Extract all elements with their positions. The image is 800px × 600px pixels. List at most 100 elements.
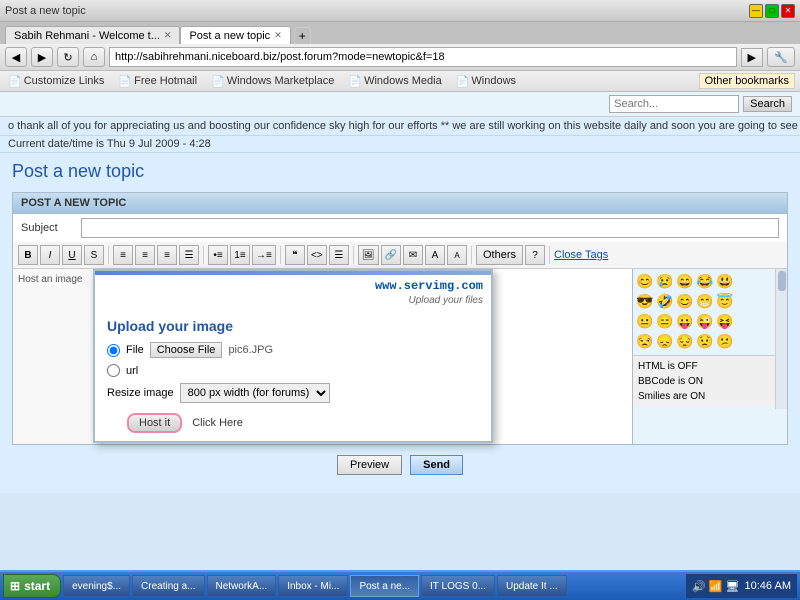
list-bullet-btn[interactable]: •≡	[208, 245, 228, 265]
other-bookmarks-label: Other bookmarks	[705, 75, 789, 87]
quote-btn[interactable]: ❝	[285, 245, 305, 265]
fav-hotmail[interactable]: 📄 Free Hotmail	[115, 74, 200, 89]
fav-windows[interactable]: 📄 Windows	[453, 74, 519, 89]
minimize-btn[interactable]: —	[749, 4, 763, 18]
start-btn[interactable]: ⊞ start	[3, 574, 61, 598]
subject-input[interactable]	[81, 218, 779, 238]
start-label: start	[24, 579, 50, 593]
send-btn[interactable]: Send	[410, 455, 463, 475]
fav-hotmail-label: Free Hotmail	[134, 75, 197, 87]
tab-2[interactable]: Post a new topic ✕	[180, 26, 290, 44]
other-bookmarks[interactable]: Other bookmarks	[699, 73, 795, 89]
img-btn[interactable]: 🖼	[358, 245, 379, 265]
taskbar-item-2[interactable]: Creating a...	[132, 575, 204, 597]
file-label[interactable]: File	[126, 344, 144, 356]
smiley-12[interactable]: 😑	[656, 312, 674, 330]
datetime-text: Current date/time is Thu 9 Jul 2009 - 4:…	[8, 138, 211, 150]
fav-marketplace[interactable]: 📄 Windows Marketplace	[208, 74, 337, 89]
align-right-btn[interactable]: ≡	[157, 245, 177, 265]
editor-container: Host an image www.servimg.com Upload you…	[13, 269, 787, 444]
maximize-btn[interactable]: □	[765, 4, 779, 18]
smiley-7[interactable]: 🤣	[656, 292, 674, 310]
smiley-1[interactable]: 😊	[636, 272, 654, 290]
tab-1[interactable]: Sabih Rehmani - Welcome t... ✕	[5, 26, 180, 44]
tab-1-close[interactable]: ✕	[164, 30, 172, 41]
url-radio[interactable]	[107, 364, 120, 377]
align-center-btn[interactable]: ≡	[135, 245, 155, 265]
forward-btn[interactable]: ▶	[31, 47, 53, 67]
smiley-8[interactable]: 😊	[676, 292, 694, 310]
taskbar-item-7[interactable]: Update It ...	[497, 575, 567, 597]
reload-btn[interactable]: ↻	[57, 47, 79, 67]
color-btn[interactable]: A	[425, 245, 445, 265]
html-status: HTML is OFF	[638, 359, 782, 374]
smiley-3[interactable]: 😄	[676, 272, 694, 290]
go-btn[interactable]: ▶	[741, 48, 763, 67]
smiley-19[interactable]: 😟	[696, 332, 714, 350]
page-search-bar: Search	[0, 92, 800, 117]
back-btn[interactable]: ◀	[5, 47, 27, 67]
page-search-btn[interactable]: Search	[743, 96, 792, 112]
resize-select[interactable]: 800 px width (for forums) 640 px width 4…	[180, 383, 330, 403]
code-btn[interactable]: <>	[307, 245, 327, 265]
fav-media[interactable]: 📄 Windows Media	[345, 74, 444, 89]
smilies-row-4: 😒 😞 😔 😟 😕	[636, 332, 784, 350]
size-btn[interactable]: A	[447, 245, 467, 265]
choose-file-btn[interactable]: Choose File	[150, 342, 223, 358]
align-justify-btn[interactable]: ☰	[179, 245, 199, 265]
upload-title: Upload your image	[107, 318, 479, 334]
list-indent-btn[interactable]: →≡	[252, 245, 276, 265]
home-btn[interactable]: ⌂	[83, 47, 105, 67]
taskbar-item-4[interactable]: Inbox - Mi...	[278, 575, 348, 597]
smiley-11[interactable]: 😐	[636, 312, 654, 330]
fav-marketplace-label: Windows Marketplace	[227, 75, 335, 87]
smiley-9[interactable]: 😁	[696, 292, 714, 310]
address-bar[interactable]	[109, 47, 737, 67]
smiley-17[interactable]: 😞	[656, 332, 674, 350]
smiley-13[interactable]: 😛	[676, 312, 694, 330]
smiley-4[interactable]: 😂	[696, 272, 714, 290]
smilies-on-status: Smilies are ON	[638, 389, 782, 404]
fav-media-icon: 📄	[348, 75, 362, 88]
tools-btn[interactable]: 🔧	[767, 47, 795, 67]
taskbar-item-3[interactable]: NetworkA...	[207, 575, 277, 597]
email-btn[interactable]: ✉	[403, 245, 423, 265]
smiley-15[interactable]: 😝	[716, 312, 734, 330]
others-btn[interactable]: Others	[476, 245, 523, 265]
underline-btn[interactable]: U	[62, 245, 82, 265]
italic-btn[interactable]: I	[40, 245, 60, 265]
taskbar-item-6[interactable]: IT LOGS 0...	[421, 575, 495, 597]
preview-btn[interactable]: Preview	[337, 455, 402, 475]
align-left-btn[interactable]: ≡	[113, 245, 133, 265]
list-number-btn[interactable]: 1≡	[230, 245, 250, 265]
fav-customize[interactable]: 📄 Customize Links	[5, 74, 107, 89]
smilies-row-2: 😎 🤣 😊 😁 😇	[636, 292, 784, 310]
new-tab-btn[interactable]: +	[294, 27, 311, 44]
window-controls: — □ ✕	[749, 4, 795, 18]
smiley-6[interactable]: 😎	[636, 292, 654, 310]
taskbar-item-2-label: Creating a...	[141, 581, 195, 592]
smiley-18[interactable]: 😔	[676, 332, 694, 350]
smilies-scrollbar[interactable]	[775, 269, 787, 409]
taskbar-item-5[interactable]: Post a ne...	[350, 575, 419, 597]
url-label[interactable]: url	[126, 365, 138, 377]
announcement-banner: o thank all of you for appreciating us a…	[0, 117, 800, 136]
smiley-16[interactable]: 😒	[636, 332, 654, 350]
host-it-btn[interactable]: Host it	[127, 413, 182, 433]
smiley-5[interactable]: 😃	[716, 272, 734, 290]
taskbar-item-1[interactable]: evening$...	[63, 575, 130, 597]
strikethrough-btn[interactable]: S	[84, 245, 104, 265]
bold-btn[interactable]: B	[18, 245, 38, 265]
file-radio[interactable]	[107, 344, 120, 357]
url-btn[interactable]: 🔗	[381, 245, 401, 265]
smiley-10[interactable]: 😇	[716, 292, 734, 310]
close-btn[interactable]: ✕	[781, 4, 795, 18]
help-btn[interactable]: ?	[525, 245, 545, 265]
page-search-input[interactable]	[609, 95, 739, 113]
tab-2-close[interactable]: ✕	[274, 30, 282, 41]
list3-btn[interactable]: ☰	[329, 245, 349, 265]
close-tags-btn[interactable]: Close Tags	[554, 249, 608, 261]
smiley-14[interactable]: 😜	[696, 312, 714, 330]
smiley-20[interactable]: 😕	[716, 332, 734, 350]
smiley-2[interactable]: 😢	[656, 272, 674, 290]
